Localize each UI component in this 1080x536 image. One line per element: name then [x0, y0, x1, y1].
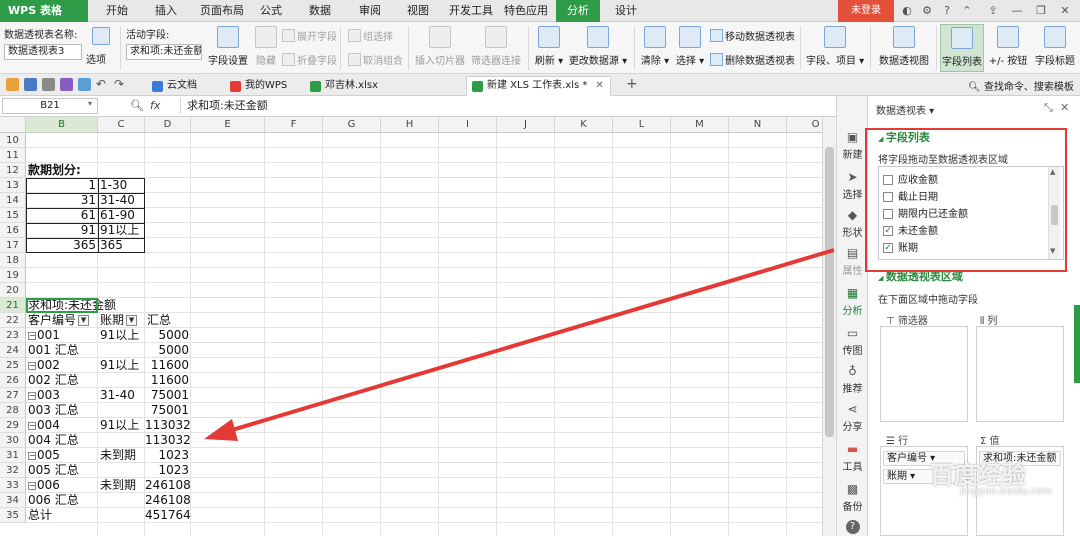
annotation-arrow	[204, 248, 835, 441]
annotation-arrow-head	[204, 419, 238, 441]
watermark-url: jingyan.baidu.com	[960, 486, 1053, 497]
annotation-arrow-line	[221, 248, 835, 435]
watermark-logo: 百度经验	[930, 461, 1026, 489]
